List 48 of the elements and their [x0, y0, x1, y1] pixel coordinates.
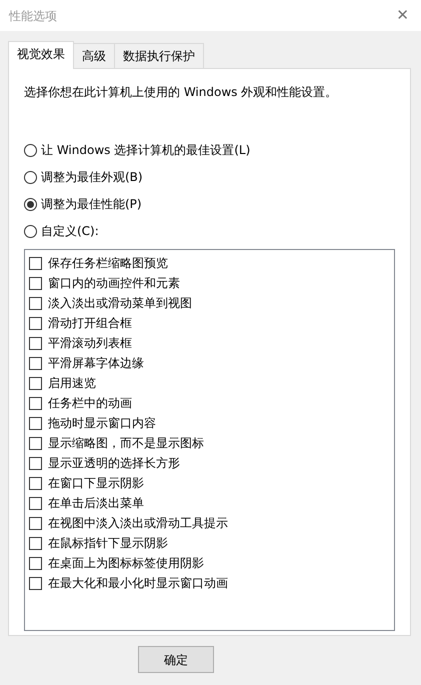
- radio-button[interactable]: [24, 224, 37, 238]
- checkbox-label[interactable]: 保存任务栏缩略图预览: [48, 254, 168, 272]
- checkbox[interactable]: [29, 576, 42, 590]
- checkbox[interactable]: [29, 356, 42, 370]
- checkbox-label[interactable]: 滑动打开组合框: [48, 314, 132, 332]
- tab[interactable]: 数据执行保护: [114, 43, 204, 68]
- checkbox-label[interactable]: 在单击后淡出菜单: [48, 494, 144, 512]
- checkbox[interactable]: [29, 536, 42, 550]
- checkbox[interactable]: [29, 436, 42, 450]
- checkbox[interactable]: [29, 516, 42, 530]
- checkbox[interactable]: [29, 316, 42, 330]
- checkbox-label[interactable]: 淡入淡出或滑动菜单到视图: [48, 294, 192, 312]
- checkbox[interactable]: [29, 416, 42, 430]
- radio-button[interactable]: [24, 170, 37, 184]
- checkbox[interactable]: [29, 476, 42, 490]
- checkbox[interactable]: [29, 336, 42, 350]
- description-text: 选择你想在此计算机上使用的 Windows 外观和性能设置。: [24, 84, 338, 101]
- window-title: 性能选项: [9, 8, 57, 24]
- checkbox-label[interactable]: 在桌面上为图标标签使用阴影: [48, 554, 204, 572]
- checkbox-label[interactable]: 平滑滚动列表框: [48, 334, 132, 352]
- radio-label[interactable]: 调整为最佳性能(P): [41, 195, 142, 213]
- checkbox-label[interactable]: 在视图中淡入淡出或滑动工具提示: [48, 514, 228, 532]
- checkbox-label[interactable]: 显示缩略图，而不是显示图标: [48, 434, 204, 452]
- radio-button[interactable]: [24, 144, 37, 156]
- checkbox-label[interactable]: 在窗口下显示阴影: [48, 474, 144, 492]
- checkbox-label[interactable]: 平滑屏幕字体边缘: [48, 354, 144, 372]
- radio-label[interactable]: 调整为最佳外观(B): [41, 168, 143, 186]
- checkbox[interactable]: [29, 376, 42, 390]
- checkbox[interactable]: [29, 276, 42, 290]
- checkbox-label[interactable]: 显示亚透明的选择长方形: [48, 454, 180, 472]
- checkbox-label[interactable]: 在最大化和最小化时显示窗口动画: [48, 574, 228, 592]
- ok-button[interactable]: 确定: [138, 646, 214, 673]
- checkbox-label[interactable]: 启用速览: [48, 374, 96, 392]
- tab[interactable]: 视觉效果: [8, 41, 74, 69]
- checkbox-label[interactable]: 在鼠标指针下显示阴影: [48, 534, 168, 552]
- checkbox-label[interactable]: 任务栏中的动画: [48, 394, 132, 412]
- checkbox[interactable]: [29, 496, 42, 510]
- radio-label[interactable]: 让 Windows 选择计算机的最佳设置(L): [41, 141, 250, 159]
- radio-button[interactable]: [24, 198, 37, 210]
- radio-label[interactable]: 自定义(C):: [41, 222, 99, 240]
- checkbox[interactable]: [29, 556, 42, 570]
- checkbox-label[interactable]: 窗口内的动画控件和元素: [48, 274, 180, 292]
- checkbox[interactable]: [29, 296, 42, 310]
- checkbox[interactable]: [29, 396, 42, 410]
- checkbox-label[interactable]: 拖动时显示窗口内容: [48, 414, 156, 432]
- checkbox[interactable]: [29, 256, 42, 270]
- checkbox[interactable]: [29, 456, 42, 470]
- close-button[interactable]: ✕: [392, 8, 413, 23]
